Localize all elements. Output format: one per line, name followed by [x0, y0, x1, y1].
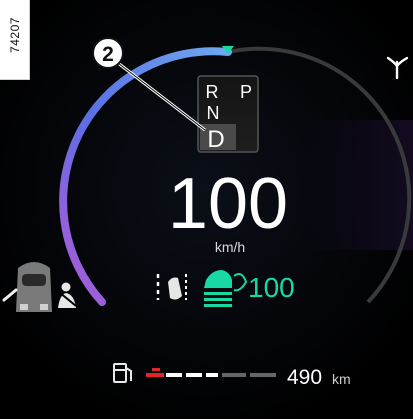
speed-value: 100 [168, 164, 288, 244]
callout-number: 2 [102, 43, 114, 66]
cluster-canvas: 2 R P N D 100 km/h 100 490 km [0, 0, 413, 419]
cruise-set-speed: 100 [248, 272, 295, 303]
range-unit: km [332, 371, 351, 387]
fuel-segment [166, 373, 182, 377]
instrument-cluster-figure: 2 R P N D 100 km/h 100 490 km 74207 [0, 0, 413, 419]
fuel-segment [186, 373, 202, 377]
fuel-segment [206, 373, 218, 377]
figure-reference-tab: 74207 [0, 0, 30, 80]
cluster-screen: 2 R P N D 100 km/h 100 490 km [0, 0, 413, 419]
figure-reference-number: 74207 [8, 17, 22, 53]
fuel-level-marker [152, 368, 160, 371]
fuel-segment-empty [222, 373, 246, 377]
speed-unit: km/h [215, 239, 245, 255]
fuel-segment-empty [250, 373, 276, 377]
gear-d-label: D [207, 126, 224, 153]
range-value: 490 [287, 366, 322, 389]
gear-p-label: P [240, 82, 252, 102]
gear-r-label: R [206, 82, 219, 102]
fuel-segment-low [146, 373, 164, 377]
gear-n-label: N [207, 103, 220, 123]
